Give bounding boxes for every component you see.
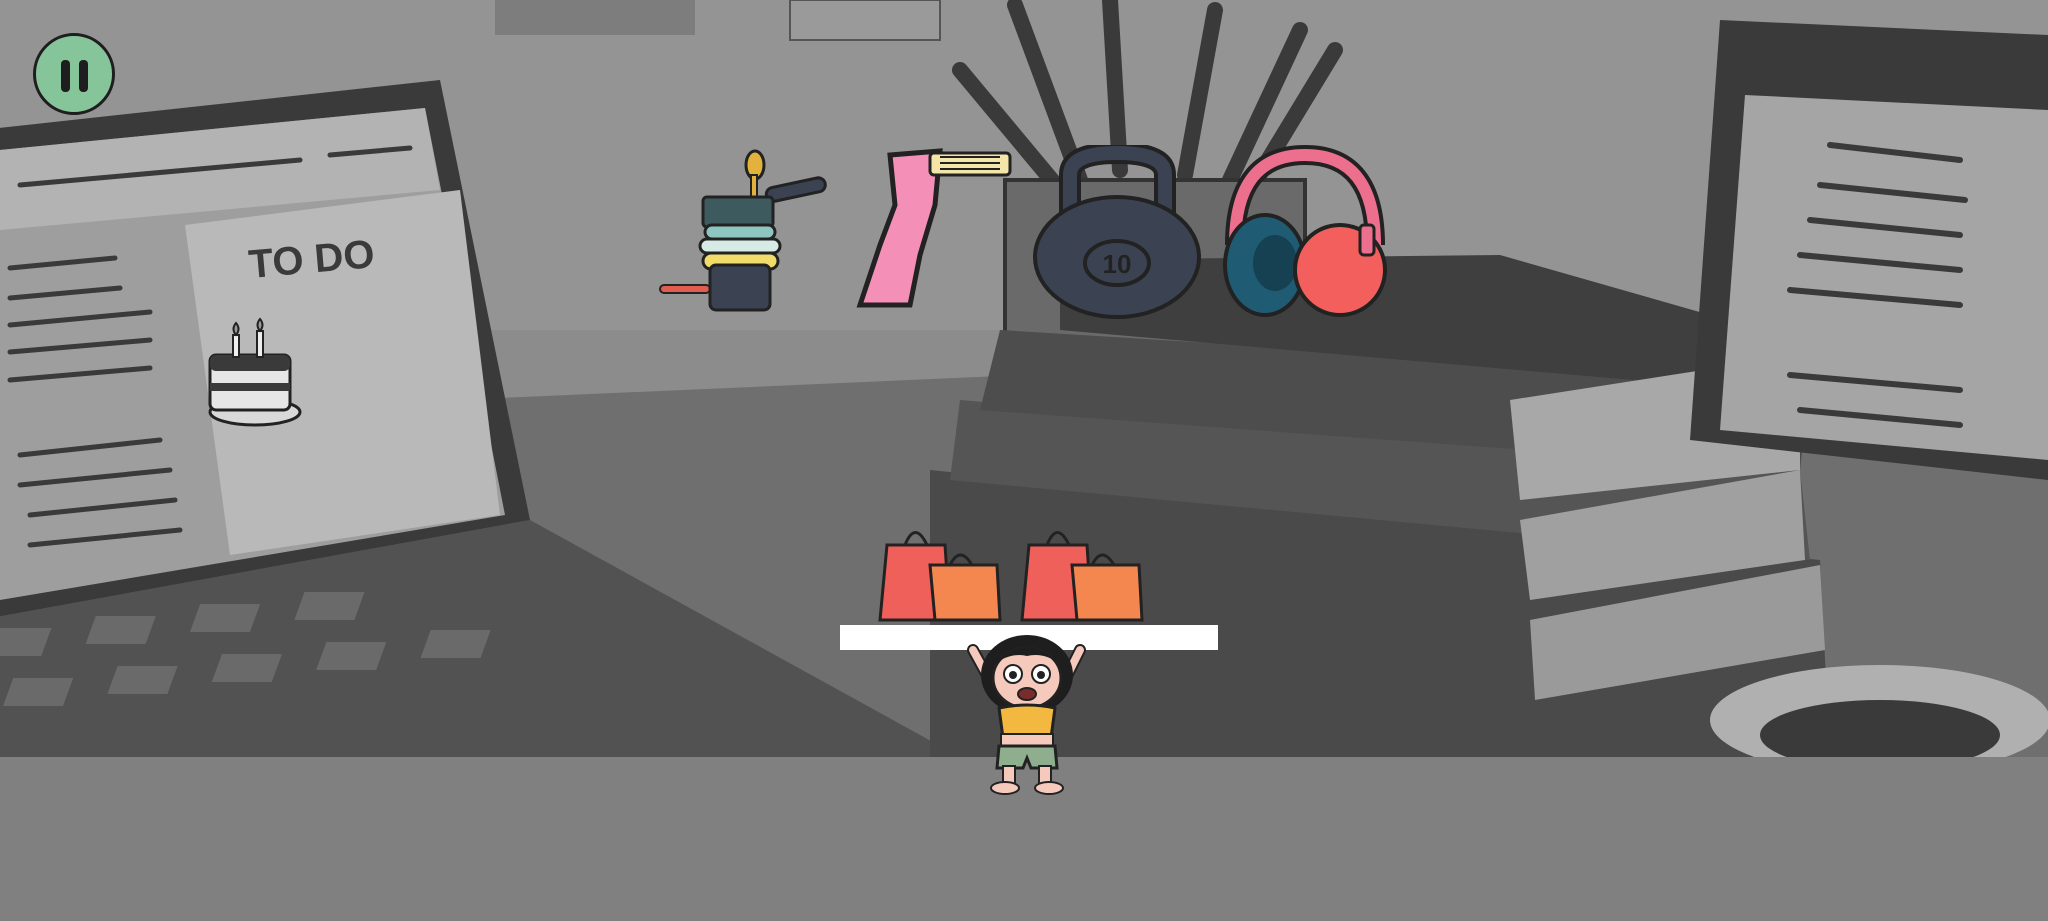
monitor (1690, 20, 2048, 480)
pause-button[interactable] (33, 33, 115, 115)
headphones-icon (1223, 145, 1387, 317)
kettlebell-icon: 10 (1033, 145, 1201, 319)
cookware-icon (659, 149, 827, 312)
shopping-bags-icon (878, 531, 1002, 622)
shopping-bags-icon (1020, 531, 1144, 622)
cake-icon (208, 317, 302, 427)
kettlebell-label: 10 (1103, 249, 1132, 279)
straightener-icon (856, 148, 1012, 308)
player-character[interactable] (955, 630, 1100, 795)
